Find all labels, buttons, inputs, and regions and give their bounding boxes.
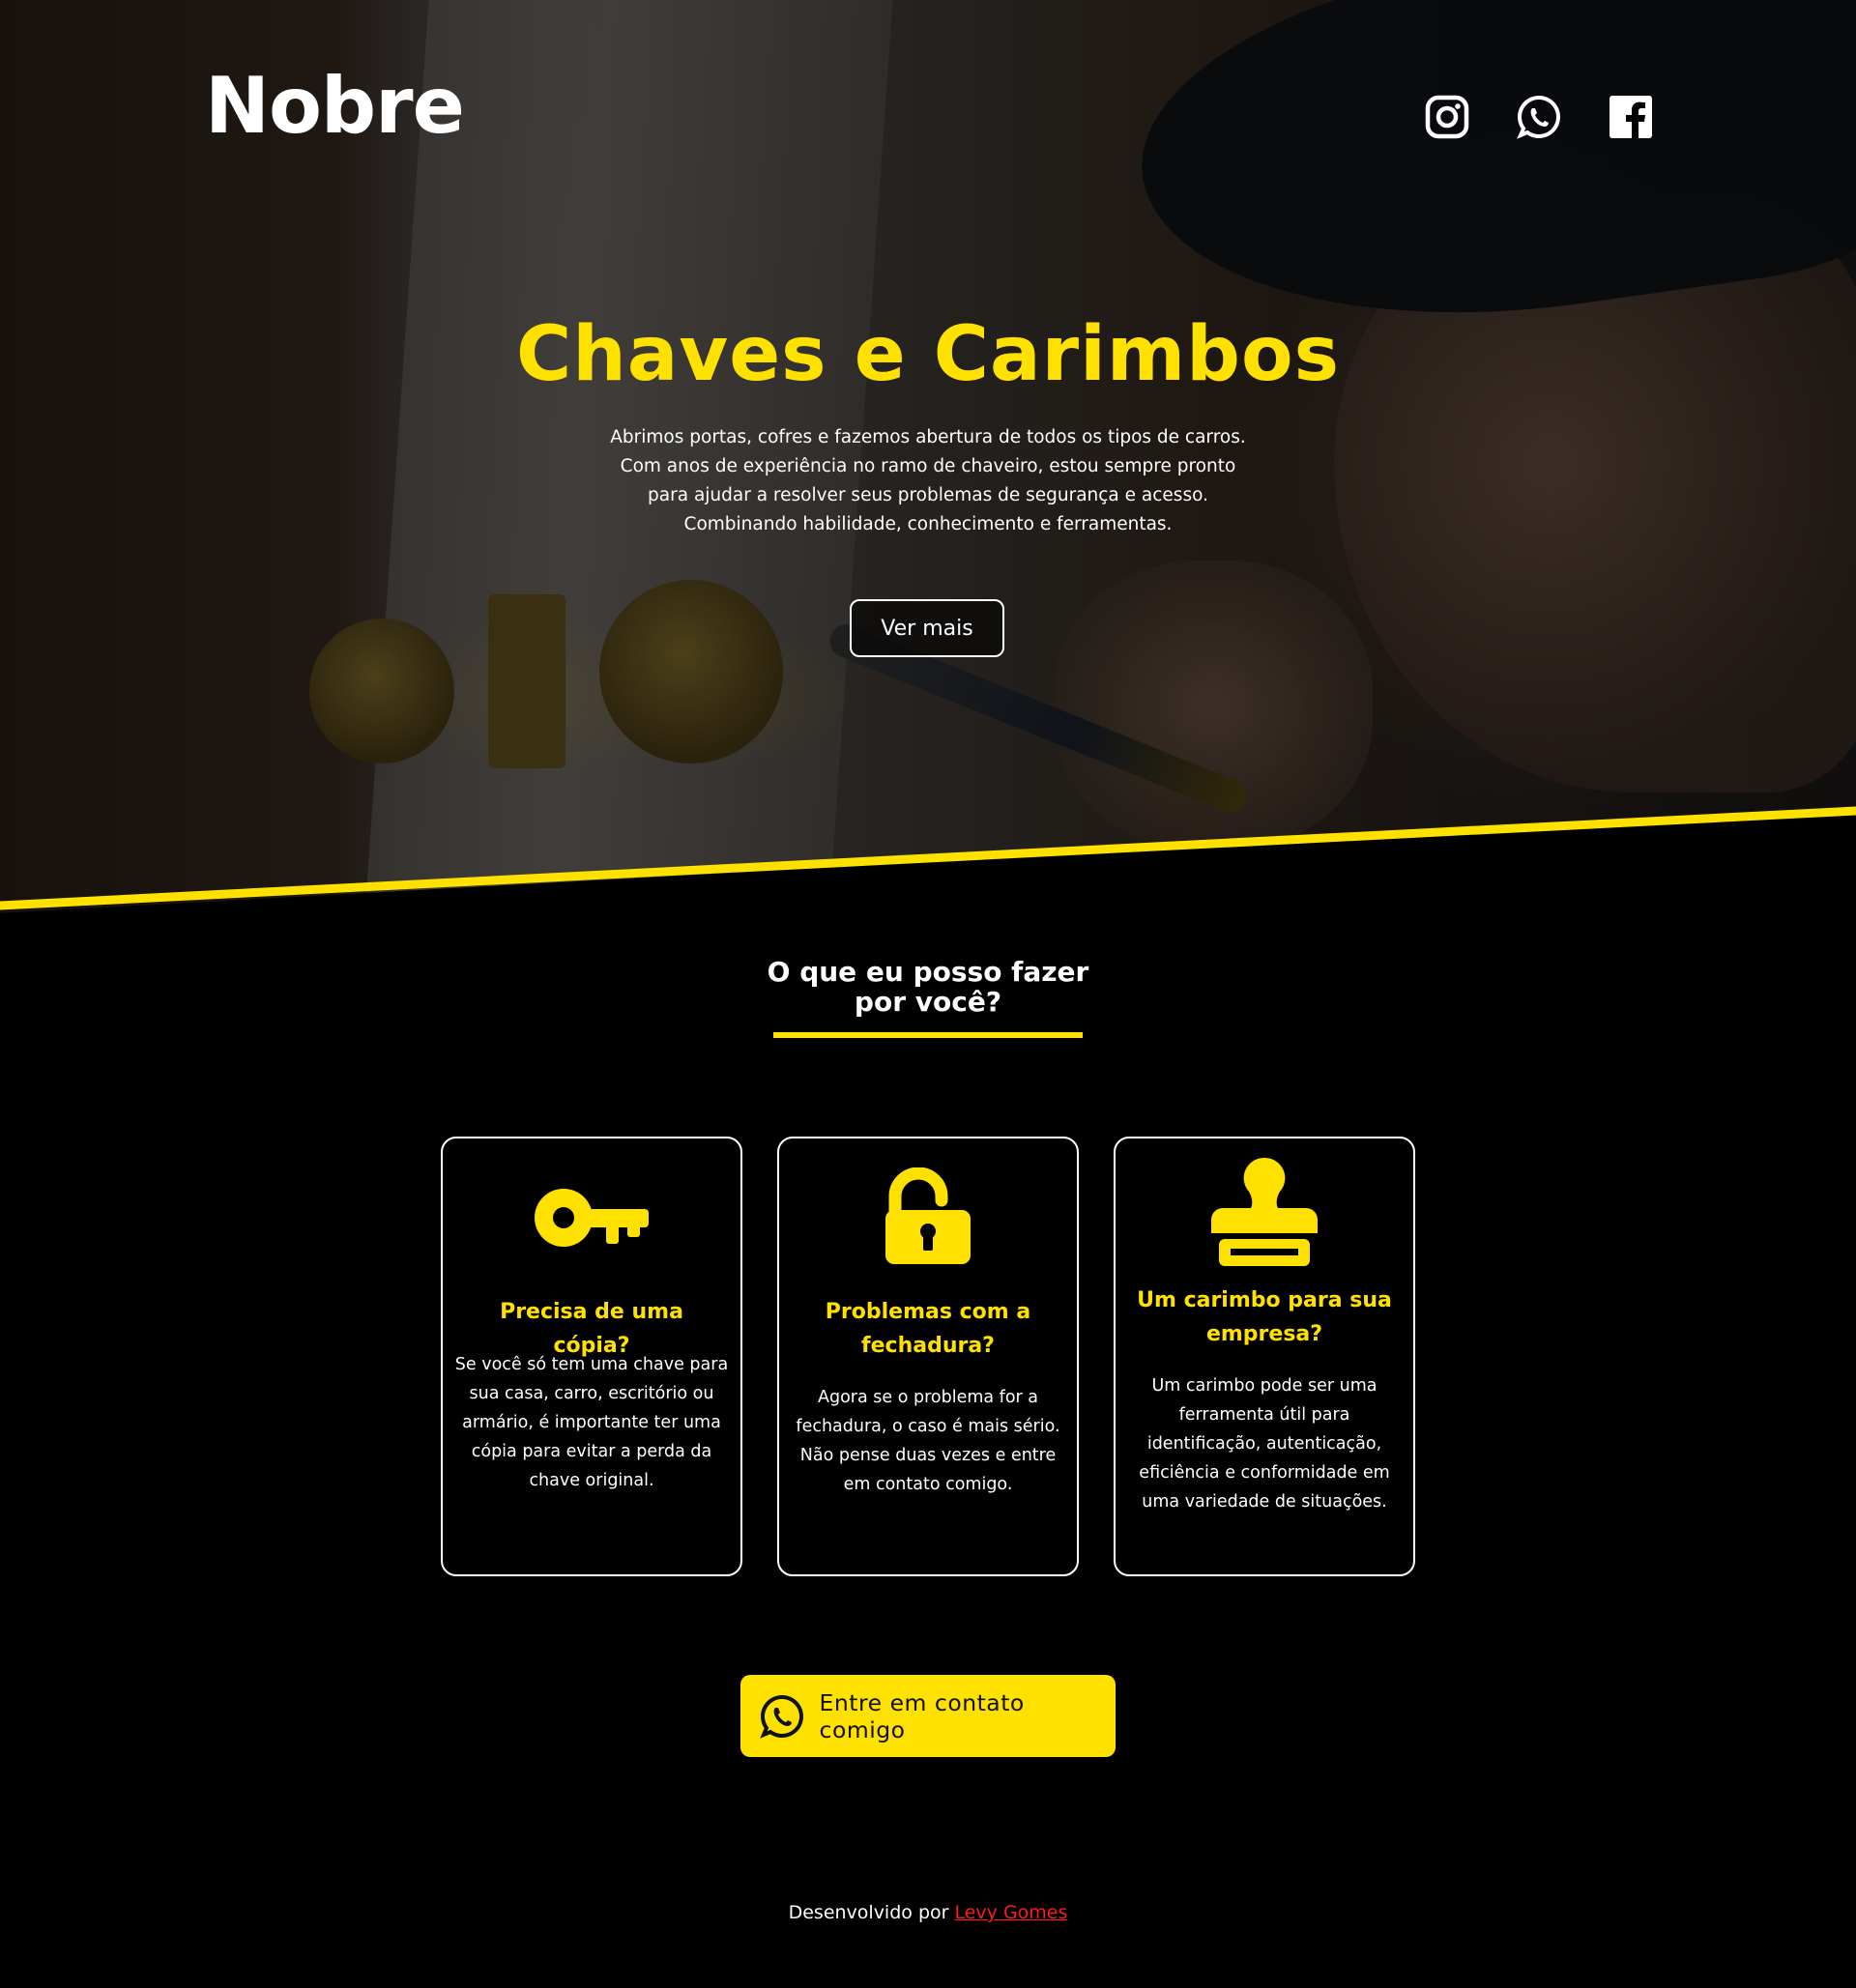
instagram-link[interactable] bbox=[1423, 93, 1471, 141]
whatsapp-link[interactable] bbox=[1515, 93, 1563, 141]
whatsapp-icon bbox=[758, 1692, 806, 1741]
hero-description: Abrimos portas, cofres e fazemos abertur… bbox=[541, 423, 1315, 539]
ver-mais-button[interactable]: Ver mais bbox=[850, 599, 1004, 657]
contact-button-label: Entre em contato comigo bbox=[819, 1688, 1025, 1743]
footer-author-link[interactable]: Levy Gomes bbox=[954, 1902, 1067, 1923]
service-card-title: Problemas com a fechadura? bbox=[798, 1295, 1058, 1363]
service-card-title-line: empresa? bbox=[1205, 1322, 1323, 1346]
service-card-text-line: Se você só tem uma chave para bbox=[454, 1355, 729, 1374]
service-card-text-line: ferramenta útil para bbox=[1178, 1405, 1350, 1425]
stamp-icon bbox=[1211, 1157, 1318, 1266]
services-heading-line: O que eu posso fazer bbox=[767, 956, 1089, 988]
instagram-icon bbox=[1425, 95, 1469, 139]
service-card-text-line: armário, é importante ter uma bbox=[462, 1413, 721, 1432]
hero-description-line: Abrimos portas, cofres e fazemos abertur… bbox=[610, 427, 1246, 447]
hero-description-line: Com anos de experiência no ramo de chave… bbox=[620, 456, 1236, 476]
service-card-text-line: cópia para evitar a perda da bbox=[471, 1442, 712, 1461]
key-icon bbox=[535, 1189, 649, 1247]
facebook-link[interactable] bbox=[1607, 93, 1655, 141]
hero-title: Chaves e Carimbos bbox=[516, 311, 1340, 398]
service-card-text-line: Um carimbo pode ser uma bbox=[1151, 1376, 1378, 1396]
service-card-text-line: Agora se o problema for a bbox=[817, 1388, 1039, 1407]
whatsapp-icon bbox=[1517, 95, 1560, 139]
card-icon-wrap bbox=[779, 1167, 1077, 1266]
hero-description-line: para ajudar a resolver seus problemas de… bbox=[648, 485, 1208, 505]
facebook-icon bbox=[1610, 96, 1652, 138]
service-card-title-line: Problemas com a bbox=[825, 1300, 1031, 1324]
service-card-text-line: uma variedade de situações. bbox=[1142, 1492, 1387, 1512]
service-card-stamp: Um carimbo para sua empresa? Um carimbo … bbox=[1114, 1137, 1415, 1576]
brand-logo[interactable]: Nobre bbox=[205, 68, 465, 145]
service-card-copy: Precisa de uma cópia? Se você só tem uma… bbox=[441, 1137, 742, 1576]
services-heading-line: por você? bbox=[854, 986, 1002, 1018]
unlocked-padlock-icon bbox=[885, 1167, 971, 1264]
service-card-title: Um carimbo para sua empresa? bbox=[1135, 1283, 1394, 1351]
service-card-text-line: sua casa, carro, escritório ou bbox=[469, 1384, 714, 1403]
service-card-text-line: fechadura, o caso é mais sério. bbox=[796, 1417, 1060, 1436]
service-card-title-line: fechadura? bbox=[861, 1334, 995, 1358]
service-card-text-line: identificação, autenticação, bbox=[1146, 1434, 1382, 1454]
hero-description-line: Combinando habilidade, conhecimento e fe… bbox=[683, 514, 1173, 534]
service-card-text-line: eficiência e conformidade em bbox=[1139, 1463, 1390, 1483]
service-card-text: Se você só tem uma chave para sua casa, … bbox=[452, 1350, 731, 1495]
footer-prefix: Desenvolvido por bbox=[788, 1902, 949, 1923]
service-card-text-line: chave original. bbox=[529, 1471, 654, 1490]
footer-credit: Desenvolvido por Levy Gomes bbox=[0, 1902, 1856, 1923]
contact-whatsapp-button[interactable]: Entre em contato comigo bbox=[740, 1675, 1116, 1757]
service-card-text-line: em contato comigo. bbox=[843, 1475, 1013, 1494]
service-card-lock: Problemas com a fechadura? Agora se o pr… bbox=[777, 1137, 1079, 1576]
services-heading-underline bbox=[773, 1032, 1083, 1038]
service-card-text-line: Não pense duas vezes e entre bbox=[799, 1446, 1057, 1465]
service-card-text: Um carimbo pode ser uma ferramenta útil … bbox=[1125, 1371, 1404, 1516]
service-card-text: Agora se o problema for a fechadura, o c… bbox=[789, 1383, 1067, 1499]
card-icon-wrap bbox=[1116, 1156, 1413, 1268]
services-heading: O que eu posso fazer por você? bbox=[735, 957, 1121, 1017]
card-icon-wrap bbox=[443, 1184, 740, 1252]
service-card-title-line: Um carimbo para sua bbox=[1137, 1288, 1392, 1312]
